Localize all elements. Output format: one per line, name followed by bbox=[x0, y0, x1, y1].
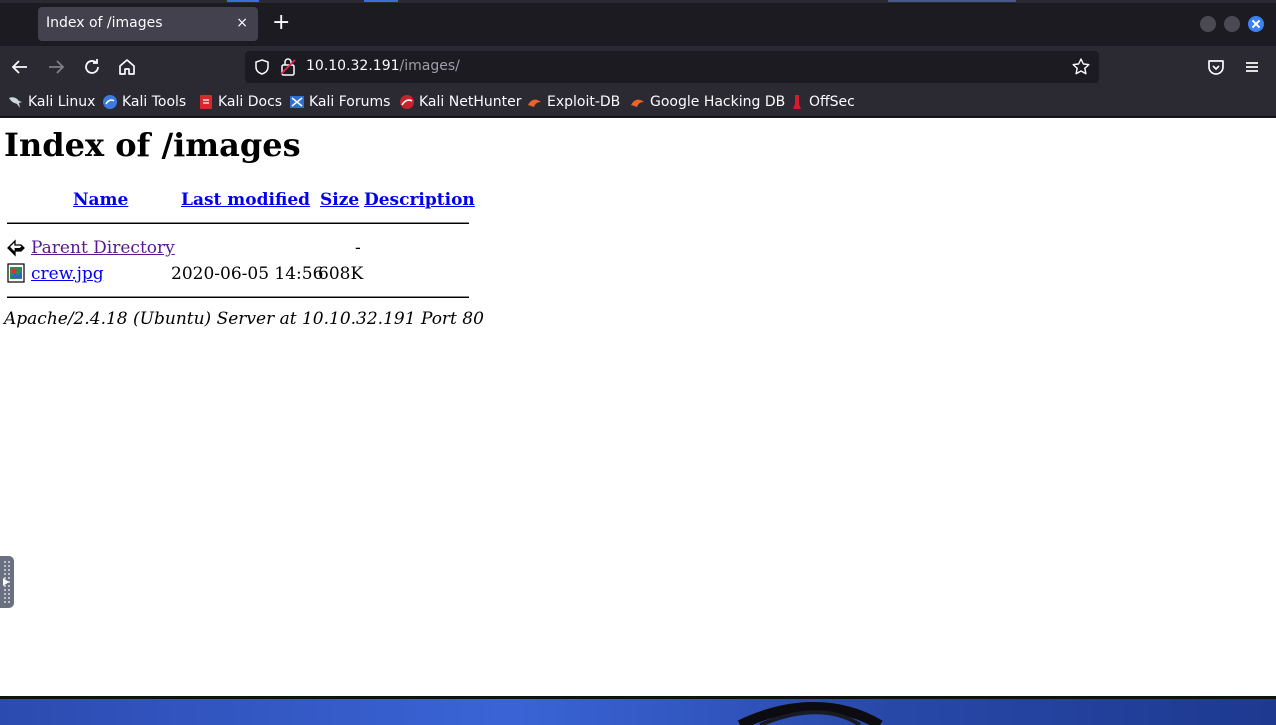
kali-dragon-icon bbox=[8, 94, 24, 110]
nethunter-icon bbox=[399, 94, 415, 110]
bookmark-google-hacking-db[interactable]: Google Hacking DB bbox=[630, 93, 785, 111]
bookmark-label: Kali Forums bbox=[309, 94, 391, 110]
page-content: Index of /images Name Last modified Size… bbox=[0, 118, 1276, 696]
tab-strip-top-border bbox=[0, 0, 1276, 3]
bookmark-label: Kali Linux bbox=[28, 94, 96, 110]
url-host: 10.10.32.191 bbox=[306, 58, 400, 74]
page-title: Index of /images bbox=[4, 126, 301, 164]
tracking-shield-icon[interactable] bbox=[253, 58, 271, 76]
bookmark-label: Kali Tools bbox=[122, 94, 187, 110]
image-file-icon bbox=[7, 263, 25, 283]
reload-button[interactable] bbox=[80, 55, 104, 79]
bookmark-kali-docs[interactable]: Kali Docs bbox=[198, 93, 282, 111]
bookmark-label: Google Hacking DB bbox=[650, 94, 786, 110]
home-button[interactable] bbox=[115, 55, 139, 79]
exploit-db-icon bbox=[527, 94, 543, 110]
bookmark-offsec[interactable]: OffSec bbox=[789, 93, 855, 111]
bookmark-kali-nethunter[interactable]: Kali NetHunter bbox=[399, 93, 521, 111]
tab-strip: Index of /images × + bbox=[0, 0, 1276, 46]
kali-tools-icon bbox=[102, 94, 118, 110]
ghdb-icon bbox=[630, 94, 646, 110]
column-header-size[interactable]: Size bbox=[320, 190, 359, 210]
home-icon bbox=[119, 59, 135, 75]
table-divider-bottom bbox=[7, 296, 469, 298]
kali-forums-icon bbox=[289, 94, 305, 110]
minimize-window-button[interactable] bbox=[1200, 16, 1216, 32]
file-link-crew-jpg[interactable]: crew.jpg bbox=[31, 264, 104, 284]
bookmark-label: OffSec bbox=[809, 94, 855, 110]
maximize-window-button[interactable] bbox=[1224, 16, 1240, 32]
url-path: /images/ bbox=[399, 58, 460, 74]
back-button[interactable] bbox=[8, 55, 32, 79]
bookmark-kali-tools[interactable]: Kali Tools bbox=[102, 93, 186, 111]
tab-close-icon[interactable]: × bbox=[236, 15, 248, 31]
address-bar[interactable]: 10.10.32.191/images/ bbox=[245, 51, 1099, 83]
pocket-button[interactable] bbox=[1204, 55, 1228, 79]
hamburger-menu-icon bbox=[1246, 62, 1258, 72]
table-divider-top bbox=[7, 222, 469, 224]
close-window-button[interactable] bbox=[1248, 16, 1264, 32]
bookmark-label: Kali Docs bbox=[218, 94, 283, 110]
desktop-wallpaper-swoosh bbox=[737, 702, 883, 725]
bookmarks-toolbar: Kali Linux Kali Tools Kali Docs Kali For… bbox=[0, 88, 1276, 117]
workspace-indicator bbox=[227, 0, 259, 2]
kali-docs-icon bbox=[198, 94, 214, 110]
forward-arrow-icon bbox=[49, 60, 65, 74]
column-header-description[interactable]: Description bbox=[364, 190, 475, 210]
side-panel-handle[interactable] bbox=[0, 556, 14, 608]
bookmark-label: Kali NetHunter bbox=[419, 94, 522, 110]
app-menu-button[interactable] bbox=[1240, 55, 1264, 79]
forward-button[interactable] bbox=[44, 55, 68, 79]
tab-title: Index of /images bbox=[46, 15, 163, 31]
bookmark-kali-forums[interactable]: Kali Forums bbox=[289, 93, 390, 111]
active-tab[interactable]: Index of /images × bbox=[38, 7, 258, 41]
file-size: 608K bbox=[318, 264, 364, 284]
insecure-lock-icon[interactable] bbox=[279, 57, 297, 77]
file-size: - bbox=[355, 238, 361, 258]
back-arrow-icon bbox=[7, 239, 25, 257]
offsec-icon bbox=[789, 94, 805, 110]
back-arrow-icon bbox=[11, 60, 27, 74]
navigation-toolbar: 10.10.32.191/images/ bbox=[0, 46, 1276, 88]
workspace-indicator bbox=[888, 0, 1016, 2]
bookmark-label: Exploit-DB bbox=[547, 94, 621, 110]
column-header-last-modified[interactable]: Last modified bbox=[181, 190, 310, 210]
bookmark-kali-linux[interactable]: Kali Linux bbox=[8, 93, 95, 111]
parent-directory-link[interactable]: Parent Directory bbox=[31, 238, 175, 258]
grip-dots-icon bbox=[3, 560, 10, 604]
new-tab-button[interactable]: + bbox=[272, 12, 290, 34]
server-signature: Apache/2.4.18 (Ubuntu) Server at 10.10.3… bbox=[4, 309, 484, 329]
file-last-modified: 2020-06-05 14:56 bbox=[171, 264, 324, 284]
column-header-name[interactable]: Name bbox=[73, 190, 128, 210]
pocket-icon bbox=[1208, 60, 1224, 75]
bookmark-exploit-db[interactable]: Exploit-DB bbox=[527, 93, 620, 111]
workspace-indicator bbox=[364, 0, 398, 2]
desktop-background bbox=[0, 696, 1276, 725]
url-text[interactable]: 10.10.32.191/images/ bbox=[306, 58, 460, 74]
reload-icon bbox=[85, 59, 99, 74]
bookmark-star-icon[interactable] bbox=[1071, 57, 1091, 77]
